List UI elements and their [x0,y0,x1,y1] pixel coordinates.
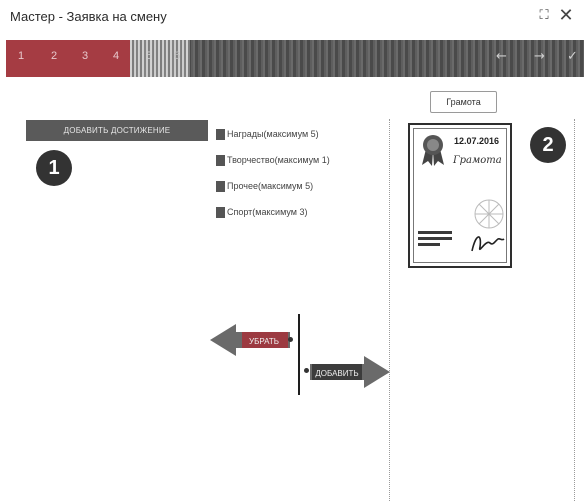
completed-steps-fill [6,40,130,77]
text-lines-icon [418,231,452,246]
category-sport[interactable]: Спорт(максимум 3) [216,206,330,232]
checkbox-icon [216,155,225,166]
transfer-divider [298,314,300,395]
category-label: Творчество(максимум 1) [227,155,330,165]
certificate-title: Грамота [453,155,502,166]
medal-icon [422,135,444,166]
checkbox-icon [216,181,225,192]
step-1[interactable]: 1 [18,50,24,62]
certificate-preview-button[interactable]: Грамота [430,91,497,113]
certificate-card[interactable]: 12.07.2016 Грамота [408,123,512,268]
step-4[interactable]: 4 [113,50,119,62]
add-label: ДОБАВИТЬ [315,369,358,378]
category-label: Прочее(максимум 5) [227,181,314,191]
certificate-date: 12.07.2016 [454,136,500,146]
category-creativity[interactable]: Творчество(максимум 1) [216,154,330,180]
checkbox-icon [216,207,225,218]
callout-badge-1: 1 [36,150,72,186]
checkbox-icon [216,129,225,140]
window-titlebar: Мастер - Заявка на смену ⛶ ✕ [0,0,584,36]
category-awards[interactable]: Награды(максимум 5) [216,128,330,154]
step-3[interactable]: 3 [82,50,88,62]
window-title: Мастер - Заявка на смену [10,9,167,24]
signature-icon [471,236,505,252]
category-other[interactable]: Прочее(максимум 5) [216,180,330,206]
achievement-category-list: Награды(максимум 5) Творчество(максимум … [216,128,330,232]
remove-label: УБРАТЬ [249,337,279,346]
category-label: Награды(максимум 5) [227,129,319,139]
category-label: Спорт(максимум 3) [227,207,308,217]
remaining-steps-fill [130,40,584,77]
prev-step-icon[interactable]: ← [496,49,507,64]
divider-dot [304,368,309,373]
step-5[interactable]: 5 [146,50,152,62]
step-2[interactable]: 2 [51,50,57,62]
seal-icon [474,199,504,229]
maximize-icon[interactable]: ⛶ [534,6,554,26]
close-icon[interactable]: ✕ [556,6,576,26]
current-step-marker [130,40,190,77]
add-achievement-button[interactable]: ДОБАВИТЬ ДОСТИЖЕНИЕ [26,120,208,141]
callout-badge-2: 2 [530,127,566,163]
step-6[interactable]: 6 [174,50,180,62]
divider-dot [288,337,293,342]
finish-icon[interactable]: ✓ [567,49,578,64]
wizard-step-bar: 1 2 3 4 5 6 ← → ✓ [6,40,584,77]
remove-arrow[interactable]: УБРАТЬ [210,324,290,356]
add-arrow[interactable]: ДОБАВИТЬ [310,356,390,388]
next-step-icon[interactable]: → [534,49,545,64]
